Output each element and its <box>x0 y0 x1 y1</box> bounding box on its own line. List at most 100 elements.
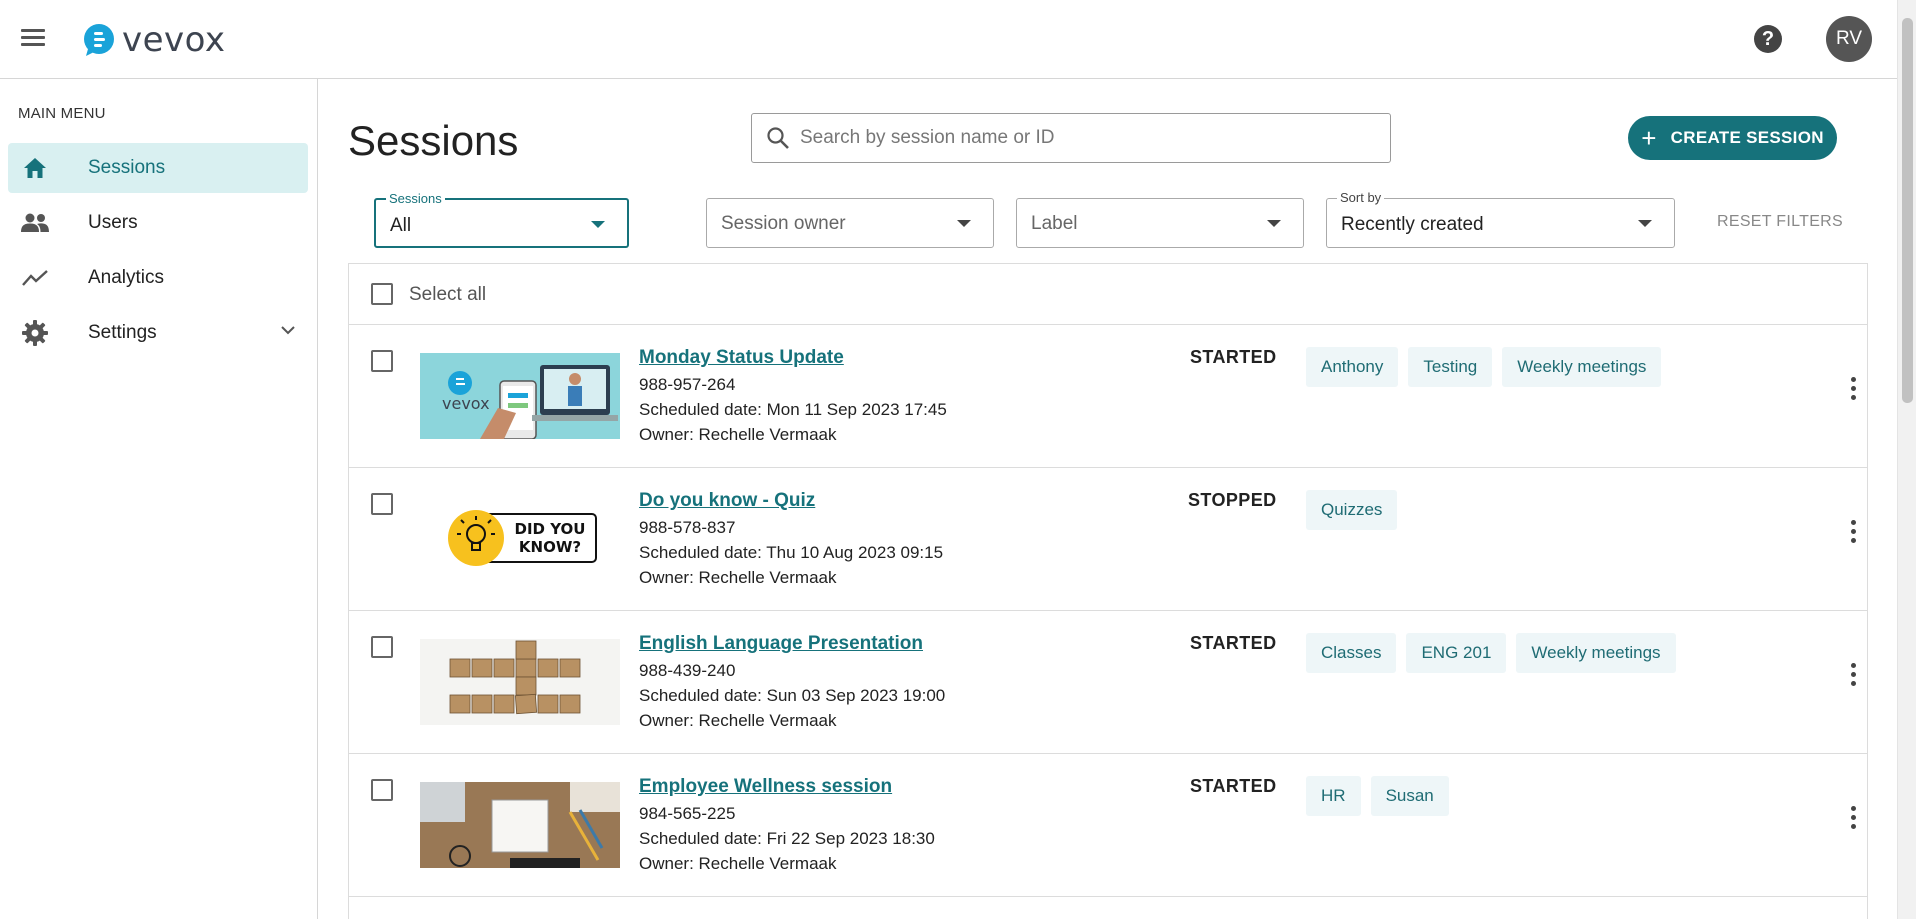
session-tag[interactable]: HR <box>1306 776 1361 816</box>
select-all-label: Select all <box>409 284 487 305</box>
session-thumbnail: vevox <box>420 353 620 439</box>
sidebar-item-label: Analytics <box>88 267 165 288</box>
more-options-icon[interactable] <box>1846 663 1860 693</box>
page-title: Sessions <box>348 117 519 164</box>
sidebar-item-label: Sessions <box>88 157 166 178</box>
session-owner: Owner: Rechelle Vermaak <box>639 425 837 444</box>
thumb-text-line: KNOW? <box>519 538 581 556</box>
gear-icon <box>20 318 50 348</box>
main-content: Sessions + CREATE SESSION Sessions All S… <box>318 79 1897 919</box>
session-status: STARTED <box>1190 633 1277 653</box>
select-all-checkbox[interactable] <box>371 283 393 305</box>
session-tag[interactable]: Weekly meetings <box>1516 633 1676 673</box>
sidebar-item-settings[interactable]: Settings <box>8 308 308 358</box>
sessions-filter-select[interactable]: Sessions All <box>374 191 629 248</box>
session-scheduled-date: Scheduled date: Mon 11 Sep 2023 17:45 <box>639 400 947 419</box>
sidebar: MAIN MENU Sessions Users Analytics Setti… <box>0 79 318 919</box>
svg-text:vevox: vevox <box>442 394 490 413</box>
session-list: Select all vevox Monday Status Update 98… <box>348 263 1868 919</box>
session-thumbnail <box>420 782 620 868</box>
help-icon[interactable]: ? <box>1754 25 1782 53</box>
create-session-label: CREATE SESSION <box>1670 128 1824 147</box>
session-status: STARTED <box>1190 347 1277 367</box>
session-tags: Anthony Testing Weekly meetings <box>1306 347 1662 387</box>
session-owner: Owner: Rechelle Vermaak <box>639 854 837 873</box>
session-row: DID YOU KNOW? Do you know - Quiz 988-578… <box>349 468 1867 611</box>
session-scheduled-date: Scheduled date: Fri 22 Sep 2023 18:30 <box>639 829 935 848</box>
session-name-link[interactable]: Employee Wellness session <box>639 776 892 798</box>
session-name-link[interactable]: Do you know - Quiz <box>639 490 815 512</box>
session-tag[interactable]: Susan <box>1370 776 1449 816</box>
session-id: 988-439-240 <box>639 661 736 680</box>
analytics-icon <box>20 263 50 293</box>
sidebar-item-analytics[interactable]: Analytics <box>8 253 308 303</box>
search-input[interactable] <box>800 127 1360 149</box>
sort-by-value: Recently created <box>1341 214 1484 235</box>
session-tags: Quizzes <box>1306 490 1398 530</box>
search-icon <box>767 127 789 149</box>
session-checkbox[interactable] <box>371 350 393 372</box>
session-name-link[interactable]: English Language Presentation <box>639 633 923 655</box>
session-thumbnail <box>420 639 620 725</box>
session-tag[interactable]: Anthony <box>1306 347 1399 387</box>
session-tag[interactable]: Weekly meetings <box>1502 347 1662 387</box>
session-tag[interactable]: Classes <box>1306 633 1397 673</box>
home-icon <box>20 153 50 183</box>
vevox-logo[interactable]: vevox <box>82 20 226 60</box>
sort-by-select[interactable]: Sort by Recently created <box>1326 190 1675 248</box>
session-checkbox[interactable] <box>371 779 393 801</box>
search-box[interactable] <box>751 113 1391 163</box>
dropdown-caret-icon <box>957 220 971 227</box>
session-id: 984-565-225 <box>639 804 736 823</box>
page-scrollbar[interactable] <box>1897 0 1916 919</box>
more-options-icon[interactable] <box>1846 520 1860 550</box>
session-status: STARTED <box>1190 776 1277 796</box>
session-tags: Classes ENG 201 Weekly meetings <box>1306 633 1676 673</box>
chevron-down-icon[interactable] <box>280 322 296 338</box>
reset-filters-button[interactable]: RESET FILTERS <box>1717 213 1843 231</box>
top-bar: vevox ? RV <box>0 0 1897 79</box>
sidebar-item-users[interactable]: Users <box>8 198 308 248</box>
session-scheduled-date: Scheduled date: Thu 10 Aug 2023 09:15 <box>639 543 944 562</box>
session-tag[interactable]: Testing <box>1408 347 1493 387</box>
label-filter-select[interactable]: Label <box>1016 198 1304 248</box>
session-checkbox[interactable] <box>371 636 393 658</box>
sidebar-item-label: Settings <box>88 322 157 343</box>
session-row: Employee Wellness session 984-565-225 Sc… <box>349 754 1867 897</box>
thumb-text-line: DID YOU <box>515 520 586 538</box>
more-options-icon[interactable] <box>1846 806 1860 836</box>
users-icon <box>20 208 50 238</box>
session-status: STOPPED <box>1188 490 1277 510</box>
session-row: vevox Monday Status Update 988-957-264 S… <box>349 325 1867 468</box>
session-owner-placeholder: Session owner <box>721 213 846 234</box>
dropdown-caret-icon <box>1638 220 1652 227</box>
session-tag[interactable]: Quizzes <box>1306 490 1398 530</box>
main-menu-label: MAIN MENU <box>18 105 106 122</box>
select-all-row: Select all <box>349 264 1867 325</box>
dropdown-caret-icon <box>591 221 605 228</box>
session-id: 988-957-264 <box>639 375 736 394</box>
session-owner-filter-select[interactable]: Session owner <box>706 198 994 248</box>
session-checkbox[interactable] <box>371 493 393 515</box>
session-owner: Owner: Rechelle Vermaak <box>639 568 837 587</box>
session-row: English Language Presentation 988-439-24… <box>349 611 1867 754</box>
session-tags: HR Susan <box>1306 776 1449 816</box>
session-tag[interactable]: ENG 201 <box>1406 633 1507 673</box>
hamburger-menu-icon[interactable] <box>18 26 48 50</box>
sidebar-item-sessions[interactable]: Sessions <box>8 143 308 193</box>
logo-text: vevox <box>122 20 226 60</box>
label-filter-placeholder: Label <box>1031 213 1078 234</box>
sidebar-item-label: Users <box>88 212 138 233</box>
sessions-filter-value: All <box>390 215 412 236</box>
vevox-logo-icon <box>84 24 114 56</box>
sort-by-label: Sort by <box>1337 190 1385 205</box>
session-scheduled-date: Scheduled date: Sun 03 Sep 2023 19:00 <box>639 686 946 705</box>
session-thumbnail: DID YOU KNOW? <box>420 496 620 582</box>
create-session-button[interactable]: + CREATE SESSION <box>1628 116 1837 160</box>
session-id: 988-578-837 <box>639 518 736 537</box>
user-avatar[interactable]: RV <box>1826 16 1872 62</box>
scrollbar-thumb[interactable] <box>1902 18 1913 403</box>
session-name-link[interactable]: Monday Status Update <box>639 347 844 369</box>
more-options-icon[interactable] <box>1846 377 1860 407</box>
dropdown-caret-icon <box>1267 220 1281 227</box>
